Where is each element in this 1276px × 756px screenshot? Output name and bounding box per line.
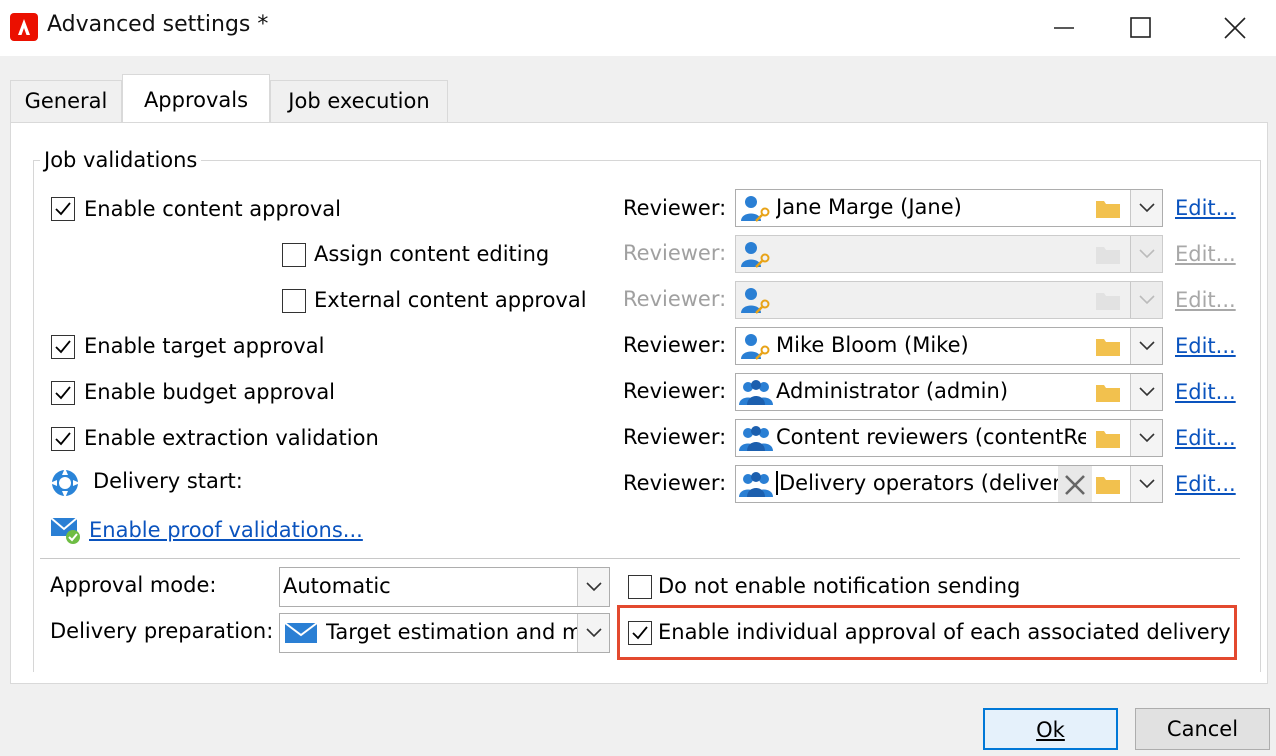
user-key-icon	[739, 332, 773, 360]
folder-icon[interactable]	[1092, 190, 1124, 226]
chevron-down-icon[interactable]	[1130, 328, 1162, 364]
edit-link-delivery-start[interactable]: Edit...	[1175, 472, 1236, 496]
chevron-down-icon[interactable]	[1130, 190, 1162, 226]
edit-link-content[interactable]: Edit...	[1175, 196, 1236, 220]
ok-button-label: Ok	[1036, 718, 1065, 742]
individual-approval-label: Enable individual approval of each assoc…	[658, 620, 1231, 644]
delivery-start-label: Delivery start:	[93, 469, 243, 493]
user-group-icon	[739, 424, 773, 452]
delivery-preparation-select[interactable]: Target estimation and m	[279, 613, 610, 653]
no-notification-checkbox[interactable]	[628, 575, 652, 599]
chevron-down-icon[interactable]	[1130, 374, 1162, 410]
enable-budget-approval-label: Enable budget approval	[84, 380, 336, 404]
reviewer-value: Mike Bloom (Mike)	[776, 333, 969, 357]
reviewer-value[interactable]: Delivery operators (delivery	[776, 471, 1058, 495]
reviewer-label: Reviewer:	[623, 196, 727, 220]
chevron-down-icon[interactable]	[1130, 236, 1162, 272]
enable-content-approval-label: Enable content approval	[84, 197, 341, 221]
reviewer-value: Administrator (admin)	[776, 379, 1009, 403]
enable-extraction-validation-checkbox[interactable]	[51, 427, 75, 451]
reviewer-label: Reviewer:	[623, 287, 727, 311]
approval-mode-value: Automatic	[283, 574, 391, 598]
validation-rows: Enable content approval Assign content e…	[0, 0, 1276, 756]
user-key-icon	[739, 240, 773, 268]
chevron-down-icon[interactable]	[577, 614, 609, 652]
edit-link-extraction[interactable]: Edit...	[1175, 426, 1236, 450]
user-group-icon	[739, 378, 773, 406]
assign-content-editing-checkbox[interactable]	[282, 243, 306, 267]
reviewer-field-delivery-start[interactable]: Delivery operators (delivery	[735, 465, 1163, 503]
external-content-approval-label: External content approval	[314, 288, 587, 312]
individual-approval-checkbox[interactable]	[628, 621, 652, 645]
folder-icon[interactable]	[1092, 236, 1124, 272]
enable-proof-validations-link[interactable]: Enable proof validations...	[89, 518, 363, 542]
reviewer-field-assign-editing[interactable]	[735, 235, 1163, 273]
reviewer-field-content[interactable]: Jane Marge (Jane)	[735, 189, 1163, 227]
reviewer-label: Reviewer:	[623, 379, 727, 403]
reviewer-field-budget[interactable]: Administrator (admin)	[735, 373, 1163, 411]
delivery-preparation-value: Target estimation and m	[326, 620, 578, 644]
edit-link-budget[interactable]: Edit...	[1175, 380, 1236, 404]
proof-envelope-icon	[50, 514, 82, 546]
reviewer-field-extraction[interactable]: Content reviewers (contentRe	[735, 419, 1163, 457]
chevron-down-icon[interactable]	[1130, 420, 1162, 456]
chevron-down-icon[interactable]	[1130, 466, 1162, 502]
reviewer-label: Reviewer:	[623, 471, 727, 495]
folder-icon[interactable]	[1092, 374, 1124, 410]
user-group-icon	[739, 470, 773, 498]
enable-extraction-validation-label: Enable extraction validation	[84, 426, 379, 450]
user-key-icon	[739, 286, 773, 314]
approval-mode-select[interactable]: Automatic	[279, 567, 610, 607]
folder-icon[interactable]	[1092, 282, 1124, 318]
no-notification-label: Do not enable notification sending	[658, 574, 1021, 598]
reviewer-value: Jane Marge (Jane)	[776, 195, 962, 219]
enable-content-approval-checkbox[interactable]	[51, 197, 75, 221]
delivery-preparation-label: Delivery preparation:	[50, 619, 274, 643]
user-key-icon	[739, 194, 773, 222]
clear-icon[interactable]	[1058, 466, 1092, 502]
reviewer-label: Reviewer:	[623, 425, 727, 449]
enable-target-approval-label: Enable target approval	[84, 334, 325, 358]
approval-mode-label: Approval mode:	[50, 573, 217, 597]
chevron-down-icon[interactable]	[1130, 282, 1162, 318]
reviewer-field-target[interactable]: Mike Bloom (Mike)	[735, 327, 1163, 365]
reviewer-field-external-approval[interactable]	[735, 281, 1163, 319]
folder-icon[interactable]	[1092, 466, 1124, 502]
enable-target-approval-checkbox[interactable]	[51, 335, 75, 359]
reviewer-label: Reviewer:	[623, 333, 727, 357]
folder-icon[interactable]	[1092, 420, 1124, 456]
delivery-start-icon	[49, 467, 81, 499]
folder-icon[interactable]	[1092, 328, 1124, 364]
external-content-approval-checkbox[interactable]	[282, 289, 306, 313]
edit-link-external-approval[interactable]: Edit...	[1175, 288, 1236, 312]
enable-budget-approval-checkbox[interactable]	[51, 381, 75, 405]
cancel-button-label: Cancel	[1166, 717, 1239, 741]
ok-button[interactable]: Ok	[983, 708, 1118, 750]
assign-content-editing-label: Assign content editing	[314, 242, 550, 266]
chevron-down-icon[interactable]	[577, 568, 609, 606]
reviewer-label: Reviewer:	[623, 241, 727, 265]
cancel-button[interactable]: Cancel	[1135, 708, 1270, 750]
separator	[40, 558, 1240, 559]
edit-link-assign-editing[interactable]: Edit...	[1175, 242, 1236, 266]
reviewer-value: Content reviewers (contentRe	[776, 425, 1086, 449]
edit-link-target[interactable]: Edit...	[1175, 334, 1236, 358]
envelope-icon	[284, 621, 318, 645]
